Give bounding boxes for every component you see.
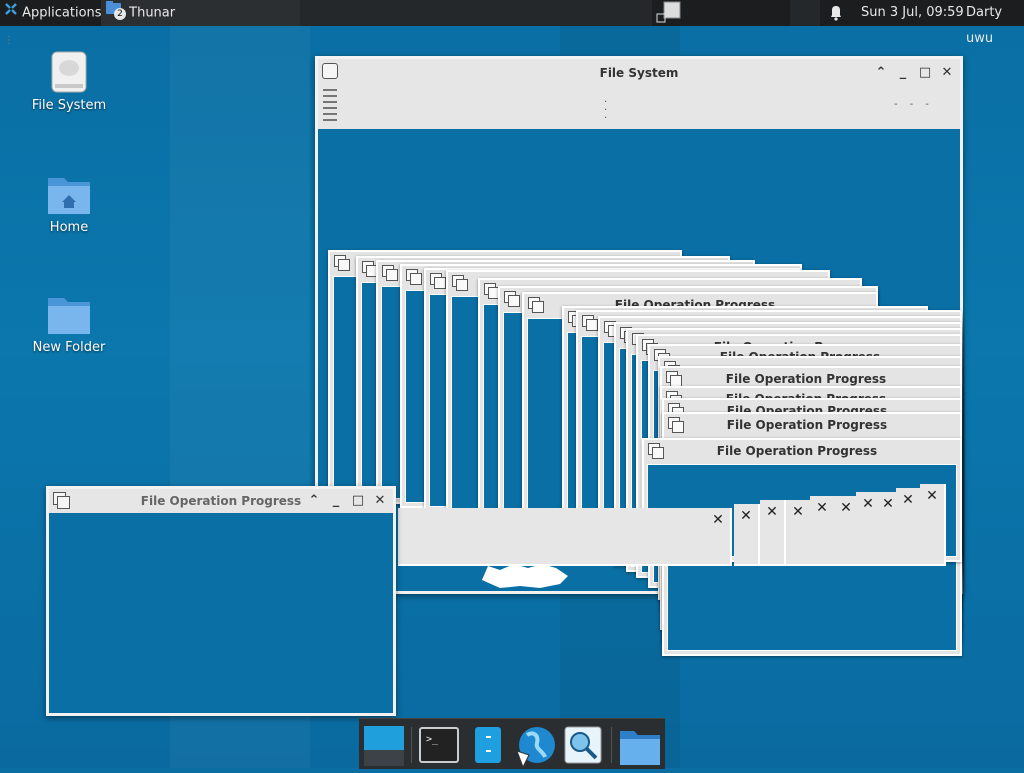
copy-icon [452,275,468,291]
taskbar-item-thunar[interactable]: 2 Thunar [101,0,303,26]
menu-handle-icon[interactable] [322,87,338,127]
dock-show-desktop[interactable] [363,725,404,766]
window-title: File Operation Progress [140,494,302,508]
copy-icon [334,255,350,271]
close-button[interactable]: ✕ [810,496,836,566]
close-button[interactable]: ✕ [371,489,389,513]
user-menu[interactable]: Darty uwu [966,0,1024,46]
browser-icon [516,727,555,769]
window-content [49,513,393,713]
minimize-button[interactable]: _ [894,59,912,83]
task-count-badge: 2 [114,8,126,20]
close-button[interactable] [682,508,708,566]
close-button[interactable]: ✕ [760,500,786,566]
toolbar-area: · · · --- [318,87,960,129]
copy-icon [528,297,544,313]
file-operation-progress-window[interactable]: File Operation Progress ⌃ _ □ ✕ [46,486,396,716]
desktop-icon-label: Home [49,220,89,235]
copy-icon [668,417,684,433]
shade-button[interactable]: ⌃ [872,59,890,83]
dock-separator [411,727,412,763]
close-button[interactable]: ✕ [706,508,732,566]
window-titlebar[interactable]: File Operation Progress ⌃ _ □ ✕ [49,489,393,513]
copy-icon [430,273,446,289]
window-titlebar[interactable]: File System ⌃ _ □ ✕ [318,59,960,87]
window-thumbnail-button[interactable] [656,0,686,26]
copy-icon [504,291,520,307]
copy-icon [582,315,598,331]
dock: >_ [359,718,665,769]
disk-icon [322,63,338,79]
desktop-icon-label: New Folder [32,340,106,355]
dock-separator [611,727,612,763]
folder-icon [46,292,92,336]
dock-web-browser[interactable] [513,725,555,769]
search-icon [564,726,602,764]
window-title: File Operation Progress [726,418,888,432]
window-title: File System [599,66,679,80]
desktop-icon-label: File System [31,98,107,113]
maximize-button[interactable]: □ [349,489,367,513]
copy-icon [406,269,422,285]
desktop-icon-new-folder[interactable]: New Folder [24,292,114,355]
shade-button[interactable]: ⌃ [305,489,323,513]
close-button[interactable]: ✕ [920,484,946,566]
notification-bell-button[interactable] [828,0,848,26]
home-folder-icon [46,172,92,216]
task-label: Thunar [129,5,176,21]
view-buttons[interactable]: --- [894,99,954,110]
window-title: File Operation Progress [716,444,878,458]
close-button[interactable]: ✕ [734,504,760,566]
separator-handle-icon: ⋮ [4,34,14,46]
desktop-icon-home[interactable]: Home [24,172,114,235]
applications-menu-button[interactable]: Applications ⋮ [0,0,104,46]
close-button[interactable]: ✕ [786,500,812,566]
copy-icon [648,443,664,459]
dock-folder[interactable] [619,725,660,765]
path-bar-dots: · · · [604,97,608,124]
copy-icon [53,492,70,509]
close-button[interactable]: ✕ [896,488,922,566]
thunar-icon: 2 [105,0,126,26]
top-panel: Applications ⋮ 2 Thunar Sun 3 Jul, 09:59… [0,0,1024,46]
dock-file-manager[interactable] [469,725,509,765]
panel-spacer-right [790,0,820,26]
svg-text:>_: >_ [426,734,439,745]
folder-icon [620,731,660,765]
desktop-icon-filesystem[interactable]: File System [24,50,114,113]
close-button[interactable]: ✕ [938,59,956,83]
clock[interactable]: Sun 3 Jul, 09:59 [861,0,964,26]
disk-icon [49,50,89,94]
dock-search[interactable] [563,725,603,765]
applications-label: Applications [22,5,102,21]
copy-icon [666,371,682,387]
dock-terminal[interactable]: >_ [419,725,459,765]
notification-bell-icon [831,6,841,21]
panel-spacer [300,0,652,26]
terminal-icon: >_ [419,727,459,763]
applications-icon [4,0,18,26]
rendering-artifact [480,562,570,590]
copy-icon [382,265,398,281]
minimize-button[interactable]: _ [327,489,345,513]
maximize-button[interactable]: □ [916,59,934,83]
